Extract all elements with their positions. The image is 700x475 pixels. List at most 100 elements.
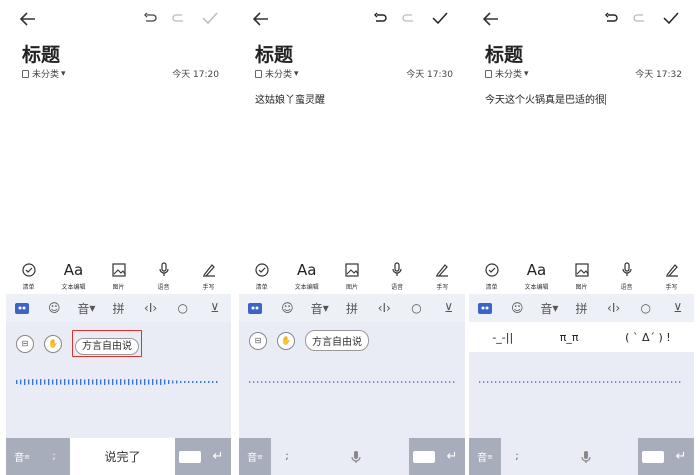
tool-voice[interactable]: 语音 [607, 260, 647, 291]
voice-tab-label: 音 [310, 301, 323, 316]
dialect-free-speak-button[interactable]: 方言自由说 [75, 338, 139, 355]
note-title[interactable]: 标题 [485, 40, 523, 67]
dialect-free-speak-button[interactable]: 方言自由说 [305, 330, 369, 351]
search-icon[interactable]: ○ [173, 301, 193, 315]
pinyin-tab[interactable]: 拼 [108, 300, 128, 317]
undo-icon[interactable] [373, 12, 387, 24]
collapse-keyboard-icon[interactable]: ⊻ [439, 301, 459, 315]
tool-checklist[interactable]: 清单 [9, 260, 49, 291]
search-icon[interactable]: ○ [636, 301, 656, 315]
redo-icon[interactable] [402, 12, 416, 24]
voice-input-tab[interactable]: 音 ▾ [539, 300, 559, 317]
tool-label: 清单 [22, 284, 35, 291]
tool-handwrite[interactable]: 手写 [652, 260, 692, 291]
tool-image[interactable]: 图片 [562, 260, 602, 291]
undo-icon[interactable] [604, 12, 618, 24]
microphone-button[interactable] [533, 438, 638, 475]
pen-icon [665, 264, 678, 277]
tool-checklist[interactable]: 清单 [472, 260, 512, 291]
ime-logo-icon[interactable] [475, 302, 495, 314]
tool-label: 文本编辑 [61, 284, 86, 291]
collapse-keyboard-icon[interactable]: ⊻ [205, 301, 225, 315]
delete-key[interactable] [175, 438, 205, 475]
back-arrow-icon[interactable] [253, 12, 269, 26]
check-icon[interactable] [432, 12, 448, 24]
emoticon-item[interactable]: ( ˋ Δˊ ) ! [625, 331, 671, 344]
ime-logo-icon[interactable] [245, 302, 265, 314]
lock-icon[interactable]: ⊟ [249, 331, 267, 350]
microphone-icon [580, 450, 591, 463]
voice-mode-key[interactable]: 音 ≡ [6, 438, 38, 475]
voice-mode-label: 音 [247, 453, 258, 464]
tool-text-format[interactable]: Aa 文本编辑 [54, 260, 94, 291]
ime-toolbar: ☺ 音 ▾ 拼 ‹I› ○ ⊻ [469, 294, 694, 322]
tool-voice[interactable]: 语音 [144, 260, 184, 291]
lock-icon[interactable]: ⊟ [16, 334, 34, 353]
tool-image[interactable]: 图片 [332, 260, 372, 291]
category-selector[interactable]: 未分类 ▾ [255, 67, 299, 80]
tool-voice[interactable]: 语音 [377, 260, 417, 291]
tool-label: 手写 [665, 284, 678, 291]
hand-icon[interactable]: ✋ [44, 334, 62, 353]
tool-label: 清单 [255, 284, 268, 291]
note-title[interactable]: 标题 [255, 40, 293, 67]
enter-key[interactable]: ↵ [439, 438, 465, 475]
voice-mode-key[interactable]: 音 ≡ [469, 438, 501, 475]
note-title[interactable]: 标题 [22, 40, 60, 67]
voice-input-tab[interactable]: 音 ▾ [76, 300, 96, 317]
tool-handwrite[interactable]: 手写 [189, 260, 229, 291]
redo-icon[interactable] [172, 12, 186, 24]
check-icon[interactable] [663, 12, 679, 24]
pinyin-tab[interactable]: 拼 [342, 300, 362, 317]
back-arrow-icon[interactable] [483, 12, 499, 26]
cursor-move-icon[interactable]: ‹I› [604, 301, 624, 315]
search-icon[interactable]: ○ [407, 301, 427, 315]
tool-image[interactable]: 图片 [99, 260, 139, 291]
cursor-move-icon[interactable]: ‹I› [141, 301, 161, 315]
delete-key[interactable] [409, 438, 439, 475]
hand-icon[interactable]: ✋ [277, 331, 295, 350]
checklist-icon [21, 263, 36, 277]
emoji-icon[interactable]: ☺ [44, 301, 64, 315]
semicolon-key[interactable]: ; [38, 438, 70, 475]
semicolon-key[interactable]: ; [271, 438, 303, 475]
category-selector[interactable]: 未分类 ▾ [22, 67, 66, 80]
emoticon-item[interactable]: -_-|| [492, 331, 513, 344]
enter-key[interactable]: ↵ [668, 438, 694, 475]
cursor-move-icon[interactable]: ‹I› [374, 301, 394, 315]
collapse-keyboard-icon[interactable]: ⊻ [668, 301, 688, 315]
note-body[interactable]: 今天这个火锅真是巴适的很 [485, 91, 606, 106]
emoji-icon[interactable]: ☺ [277, 301, 297, 315]
delete-key[interactable] [638, 438, 668, 475]
emoticon-item[interactable]: π_π [560, 331, 579, 344]
tool-text-format[interactable]: Aa 文本编辑 [517, 260, 557, 291]
semicolon-key[interactable]: ; [501, 438, 533, 475]
tool-handwrite[interactable]: 手写 [422, 260, 462, 291]
keyboard-bottom-row: 音 ≡ ; 说完了 ↵ [6, 438, 231, 475]
voice-mode-label: 音 [477, 453, 488, 464]
emoji-icon[interactable]: ☺ [507, 301, 527, 315]
ime-keyboard: ☺ 音 ▾ 拼 ‹I› ○ ⊻ ⊟ ✋ 方言自由说 音 ≡ ; ↵ [239, 294, 465, 475]
tool-checklist[interactable]: 清单 [242, 260, 282, 291]
redo-icon[interactable] [633, 12, 647, 24]
keyboard-bottom-row: 音 ≡ ; ↵ [239, 438, 465, 475]
folder-icon [22, 69, 29, 78]
text-cursor [605, 94, 606, 105]
backspace-icon [413, 450, 435, 463]
tool-text-format[interactable]: Aa 文本编辑 [287, 260, 327, 291]
voice-mode-key[interactable]: 音 ≡ [239, 438, 271, 475]
check-icon[interactable] [202, 12, 218, 24]
pinyin-tab[interactable]: 拼 [571, 300, 591, 317]
note-toolbar: 清单 Aa 文本编辑 图片 语音 手写 [239, 260, 465, 294]
back-arrow-icon[interactable] [20, 12, 36, 26]
finish-speaking-button[interactable]: 说完了 [70, 438, 175, 475]
ime-logo-icon[interactable] [12, 302, 32, 314]
microphone-button[interactable] [303, 438, 409, 475]
note-body[interactable]: 这姑娘丫蛮灵醒 [255, 91, 325, 106]
enter-key[interactable]: ↵ [205, 438, 231, 475]
undo-icon[interactable] [143, 12, 157, 24]
category-selector[interactable]: 未分类 ▾ [485, 67, 529, 80]
image-icon [574, 263, 589, 277]
tool-label: 语音 [157, 284, 170, 291]
voice-input-tab[interactable]: 音 ▾ [310, 300, 330, 317]
